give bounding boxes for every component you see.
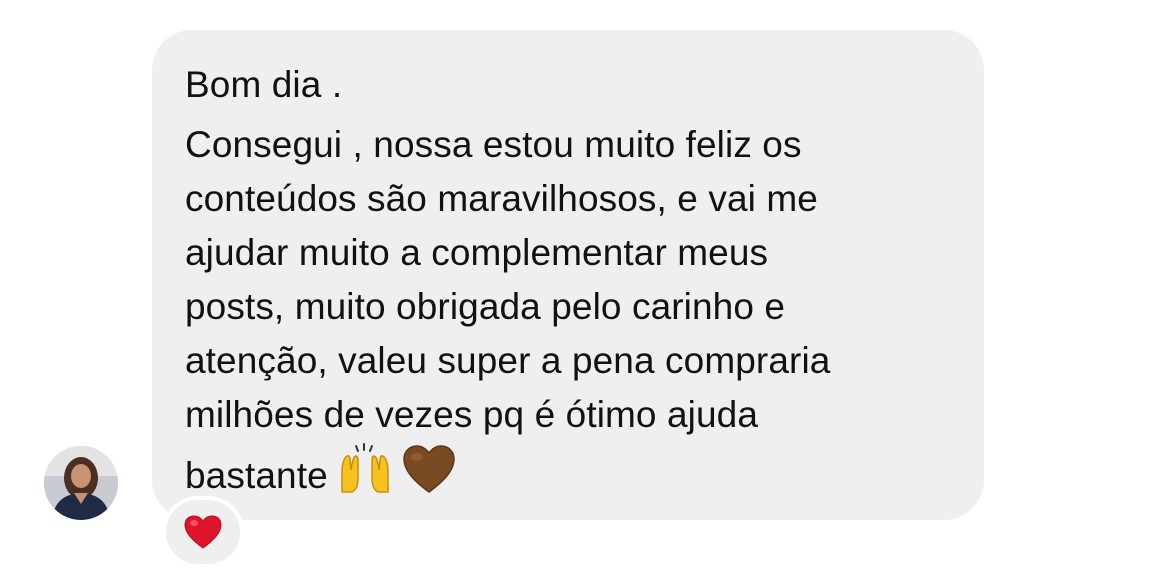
- message-line: Bom dia .: [185, 64, 343, 105]
- red-heart-icon: [184, 515, 222, 549]
- message-line: ajudar muito a complementar meus: [185, 232, 769, 273]
- profile-photo-icon: [44, 446, 118, 520]
- reaction-badge[interactable]: [162, 496, 244, 568]
- message-line: conteúdos são maravilhosos, e vai me: [185, 178, 818, 219]
- raising-hands-icon: [336, 442, 394, 509]
- chat-thread: Bom dia . Consegui , nossa estou muito f…: [0, 0, 1156, 582]
- message-line-text: bastante: [185, 455, 328, 496]
- message-line: atenção, valeu super a pena compraria: [185, 340, 831, 381]
- message-line: posts, muito obrigada pelo carinho e: [185, 286, 786, 327]
- brown-heart-icon: [402, 444, 456, 509]
- message-line-last: bastante: [185, 442, 984, 509]
- message-line: milhões de vezes pq é ótimo ajuda: [185, 394, 759, 435]
- message-bubble[interactable]: Bom dia . Consegui , nossa estou muito f…: [152, 30, 984, 520]
- message-line: Consegui , nossa estou muito feliz os: [185, 124, 802, 165]
- avatar[interactable]: [44, 446, 118, 520]
